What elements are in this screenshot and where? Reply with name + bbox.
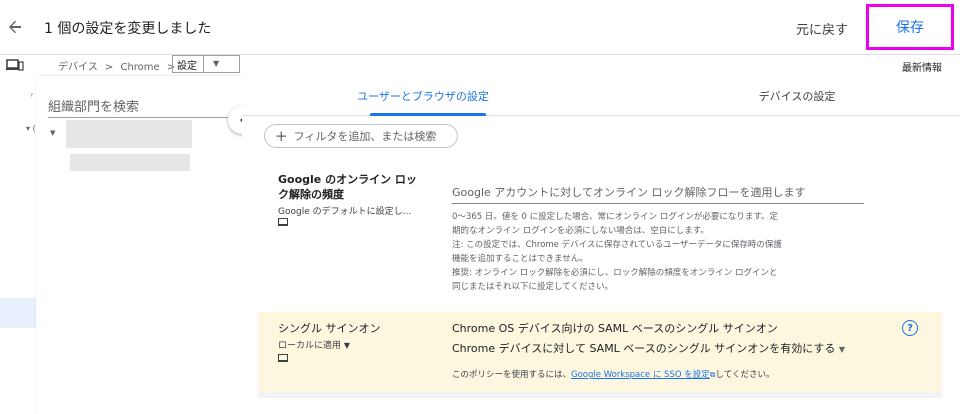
- select-divider: [203, 56, 204, 72]
- note-suffix: してください。: [715, 370, 775, 380]
- online-unlock-frequency-input[interactable]: Google アカウントに対してオンライン ロック解除フローを適用します: [452, 184, 864, 204]
- plus-icon: +: [275, 127, 288, 145]
- setting-title: Google のオンライン ロック解除の頻度: [278, 173, 417, 201]
- breadcrumb: デバイス > Chrome >: [58, 58, 179, 73]
- filter-label: フィルタを追加、または検索: [293, 130, 437, 143]
- setting-card-next: [258, 398, 942, 414]
- laptop-icon: [278, 354, 288, 362]
- laptop-icon: [278, 218, 288, 226]
- breadcrumb-settings-select[interactable]: 設定 ▼: [172, 55, 240, 73]
- setting-source: Google のデフォルトに設定し...: [278, 207, 412, 217]
- setting-card-single-sign-on: シングル サインオン ローカルに適用 ▼ Chrome OS デバイス向けの S…: [258, 312, 942, 392]
- help-icon[interactable]: ?: [902, 320, 918, 336]
- selected-nav-highlight[interactable]: [0, 298, 36, 328]
- settings-main: ユーザーとブラウザの設定 デバイスの設定 + フィルタを追加、または検索 Goo…: [242, 76, 960, 414]
- description-line: 0～365 日。値を 0 に設定した場合、常にオンライン ログインが必要になりま…: [452, 212, 779, 222]
- org-unit-panel: 組織部門を検索 ▼: [36, 76, 242, 414]
- org-unit-search-input[interactable]: 組織部門を検索: [48, 96, 228, 118]
- description-line: 同じまたはそれ以下に設定してください。: [452, 282, 613, 292]
- filter-search-button[interactable]: + フィルタを追加、または検索: [264, 124, 458, 148]
- save-button[interactable]: 保存: [866, 4, 954, 50]
- breadcrumb-item-chrome[interactable]: Chrome: [120, 62, 159, 73]
- chevron-down-icon: ▼: [838, 345, 846, 354]
- latest-info-link[interactable]: 最新情報: [902, 59, 942, 74]
- breadcrumb-bar: デバイス > Chrome > 設定 ▼ 最新情報: [0, 55, 960, 75]
- description-line: 機能を追加することはできません。: [452, 254, 588, 264]
- chevron-down-icon: ▼: [343, 341, 351, 350]
- devices-icon[interactable]: [6, 57, 24, 71]
- left-nav-strip: ˀ ▾ (: [0, 76, 36, 414]
- settings-list: Google のオンライン ロック解除の頻度 Google のデフォルトに設定し…: [258, 158, 942, 414]
- sso-setup-link[interactable]: Google Workspace に SSO を設定: [571, 370, 710, 380]
- sso-select[interactable]: Chrome デバイスに対して SAML ベースのシングル サインオンを有効にす…: [452, 340, 845, 356]
- page-title: 1 個の設定を変更しました: [44, 21, 212, 37]
- breadcrumb-selected-label: 設定: [177, 60, 197, 72]
- expand-arrow-icon[interactable]: ▾ (: [26, 124, 36, 133]
- description-line: 期的なオンライン ログインを必須にしない場合は、空白にします。: [452, 226, 709, 236]
- description-line: 推奨: オンライン ロック解除を必須にし、ロック解除の頻度をオンライン ログイン…: [452, 268, 778, 278]
- org-unit-item[interactable]: [66, 120, 192, 148]
- settings-tabs: ユーザーとブラウザの設定 デバイスの設定: [242, 76, 960, 116]
- arrow-back-icon[interactable]: [6, 18, 24, 36]
- setting-title: シングル サインオン: [278, 322, 381, 335]
- setting-source: ローカルに適用: [278, 341, 342, 351]
- description-line: 注: この設定では、Chrome デバイスに保存されているユーザーデータに保存時…: [452, 240, 782, 250]
- setting-card-online-unlock: Google のオンライン ロック解除の頻度 Google のデフォルトに設定し…: [258, 158, 942, 312]
- active-tab-indicator: [370, 113, 486, 116]
- org-unit-item[interactable]: [70, 154, 190, 171]
- setting-note: このポリシーを使用するには、Google Workspace に SSO を設定…: [452, 368, 774, 380]
- undo-button[interactable]: 元に戻す: [796, 19, 848, 38]
- tab-user-browser-settings[interactable]: ユーザーとブラウザの設定: [332, 88, 514, 104]
- tab-device-settings[interactable]: デバイスの設定: [722, 88, 872, 104]
- setting-source-dropdown[interactable]: ローカルに適用 ▼: [278, 338, 350, 351]
- breadcrumb-item-devices[interactable]: デバイス: [58, 62, 98, 73]
- breadcrumb-separator: >: [104, 62, 114, 73]
- setting-description: 0～365 日。値を 0 に設定した場合、常にオンライン ログインが必要になりま…: [452, 210, 852, 294]
- expand-arrow-icon[interactable]: ▼: [50, 129, 55, 137]
- note-prefix: このポリシーを使用するには、: [452, 370, 572, 380]
- top-bar: 1 個の設定を変更しました 元に戻す 保存: [0, 0, 960, 55]
- chevron-down-icon: ▼: [213, 59, 220, 68]
- sso-select-value: Chrome デバイスに対して SAML ベースのシングル サインオンを有効にす…: [452, 342, 836, 355]
- setting-heading: Chrome OS デバイス向けの SAML ベースのシングル サインオン: [452, 322, 778, 335]
- strip-mark: ˀ: [30, 92, 33, 101]
